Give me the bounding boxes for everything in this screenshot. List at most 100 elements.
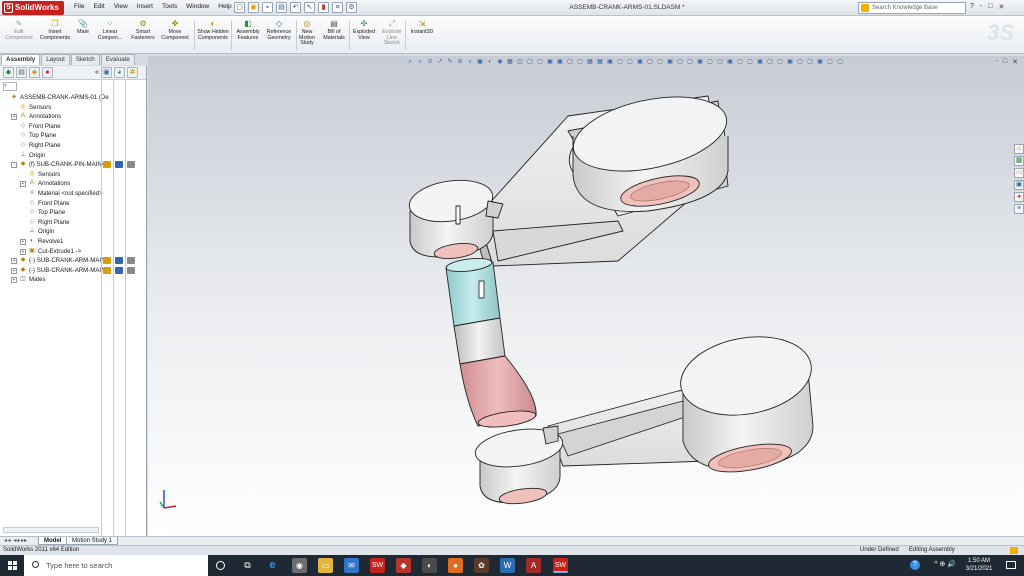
revolve-icon: ◐	[30, 238, 34, 244]
minimize-icon[interactable]: -	[980, 3, 982, 11]
tree-expander-icon[interactable]: +	[20, 248, 26, 255]
tab-scroll-arrows[interactable]: ◂ ▸ ◂◂ ▸▸	[4, 537, 27, 545]
tab-model[interactable]: Model	[38, 537, 68, 545]
tab-evaluate[interactable]: Evaluate	[100, 54, 135, 65]
new-motion-study-button[interactable]: ◎ New Motion Study	[297, 18, 317, 47]
rebuild-icon[interactable]: ▮	[318, 2, 329, 13]
move-component-button[interactable]: ✥ Move Component	[160, 18, 190, 41]
scene-icon[interactable]: ✲	[126, 67, 138, 78]
origin-icon: ⊥	[20, 151, 26, 158]
display-manager-icon[interactable]: ●	[42, 67, 53, 78]
bill-of-materials-button[interactable]: ▤ Bill of Materials	[320, 18, 348, 41]
help-tray-icon[interactable]: ?	[910, 560, 920, 570]
property-manager-icon[interactable]: ▤	[16, 67, 27, 78]
linear-pattern-button[interactable]: ⁘ Linear Compon...	[94, 18, 126, 41]
start-button[interactable]	[0, 555, 24, 576]
exploded-view-button[interactable]: ✣ Exploded View	[350, 18, 378, 41]
menu-file[interactable]: File	[74, 3, 84, 10]
edit-component-icon: ✎	[15, 19, 23, 28]
graphics-viewport[interactable]: ⌕ ⌕ ⊙ ↗ ✎ ⊘ ⌕ ▣ ◐ ◉ ▦ ◫ ▢ ▢ ▣ ▣ ▢ ▢ ▦ ▦ ▣ ▢ ▢ ▣ ▢ ▢ ▣ ▢ ▢ ▣ ▢ ▢ ▣ ▢ ▢ ▣ ▢ ▢ ▣ ▢…	[148, 56, 1024, 536]
edge-icon[interactable]: e	[265, 558, 280, 573]
notifications-icon[interactable]	[1006, 561, 1016, 569]
insert-components-label: Insert Components	[39, 29, 71, 41]
solidworks-taskbar-icon-2[interactable]: SW	[553, 558, 568, 573]
tree-expander-icon[interactable]: +	[11, 258, 17, 265]
pdf-icon[interactable]: A	[526, 558, 541, 573]
instant3d-button[interactable]: ⇲ Instant3D	[407, 18, 437, 36]
open-folder-icon[interactable]: ▣	[248, 2, 259, 13]
word-app-icon[interactable]: W	[500, 558, 515, 573]
close-icon[interactable]: ✕	[998, 3, 1004, 11]
print-icon[interactable]: ▤	[276, 2, 287, 13]
new-document-icon[interactable]: ▢	[234, 2, 245, 13]
menu-window[interactable]: Window	[186, 3, 209, 10]
assembly-model[interactable]	[148, 56, 1024, 536]
tab-layout[interactable]: Layout	[41, 54, 70, 65]
menu-tools[interactable]: Tools	[162, 3, 177, 10]
assembly-features-button[interactable]: ◧ Assembly Features	[233, 18, 263, 41]
show-hidden-components-button[interactable]: ◐ Show Hidden Components	[197, 18, 229, 41]
help-icon[interactable]: ?	[970, 3, 974, 11]
media-app-icon[interactable]: ◉	[292, 558, 307, 573]
smart-fasteners-label: Smart Fasteners	[131, 29, 155, 41]
bottom-tabs: ◂ ▸ ◂◂ ▸▸ Model Motion Study 1	[0, 536, 1024, 545]
save-icon[interactable]: ▪	[262, 2, 273, 13]
task-view-icon[interactable]: ⧉	[240, 558, 255, 573]
cortana-icon[interactable]	[216, 561, 225, 570]
select-icon[interactable]: ↖	[304, 2, 315, 13]
maximize-icon[interactable]: □	[988, 3, 992, 11]
undo-icon[interactable]: ↶	[290, 2, 301, 13]
reference-geometry-button[interactable]: ◇ Reference Geometry	[263, 18, 295, 41]
tree-expander-icon[interactable]: +	[20, 239, 26, 245]
tree-expander-icon[interactable]: +	[20, 181, 26, 188]
tree-expander-icon[interactable]: -	[11, 162, 17, 169]
tab-motion-study-1[interactable]: Motion Study 1	[66, 537, 119, 545]
menu-insert[interactable]: Insert	[137, 3, 153, 10]
plane-icon: ◇	[29, 209, 35, 216]
crank-pin[interactable]	[445, 256, 537, 430]
tray-clock[interactable]: 1:50 AM 3/21/2021	[960, 557, 998, 573]
mate-icon: 📎	[78, 19, 88, 28]
file-properties-icon[interactable]: ≡	[332, 2, 343, 13]
viewer-app-icon[interactable]: ◐	[422, 558, 437, 573]
file-explorer-taskbar-icon[interactable]: ▭	[318, 558, 333, 573]
feature-tree-icon[interactable]: ◆	[3, 67, 14, 78]
linear-pattern-icon: ⁘	[106, 19, 114, 28]
tab-sketch[interactable]: Sketch	[70, 54, 100, 65]
tree-expander-icon[interactable]: +	[11, 267, 17, 274]
appearance-icon[interactable]: ◕	[113, 67, 125, 78]
knowledge-base-search[interactable]: Search Knowledge Base	[858, 2, 966, 14]
plane-icon: ◇	[20, 122, 26, 129]
solidworks-logo[interactable]: S SolidWorks	[2, 1, 64, 15]
menu-help[interactable]: Help	[218, 3, 231, 10]
menu-view[interactable]: View	[114, 3, 128, 10]
tree-item-label: Sensors	[38, 170, 61, 178]
tree-expander-icon[interactable]: +	[11, 114, 17, 121]
tree-expander-icon[interactable]: +	[11, 277, 17, 284]
options-icon[interactable]: ⚙	[346, 2, 357, 13]
cad-app-icon[interactable]: ◆	[396, 558, 411, 573]
firefox-icon[interactable]: ●	[448, 558, 463, 573]
solidworks-taskbar-icon-1[interactable]: SW	[370, 558, 385, 573]
upper-crank-arm[interactable]	[407, 85, 734, 277]
taskbar-search[interactable]: Type here to search	[24, 555, 208, 576]
mail-icon[interactable]: ✉	[344, 558, 359, 573]
tree-horizontal-scrollbar[interactable]	[3, 527, 99, 533]
smart-fasteners-button[interactable]: ⚙ Smart Fasteners	[128, 18, 158, 41]
view-cube-icon[interactable]: ▣	[100, 67, 112, 78]
insert-components-button[interactable]: ❒ Insert Components	[38, 18, 72, 41]
configuration-manager-icon[interactable]: ◈	[29, 67, 40, 78]
reference-triad	[159, 490, 177, 509]
tool-app-icon[interactable]: ✿	[474, 558, 489, 573]
plane-icon: ◇	[20, 142, 26, 148]
tab-assembly[interactable]: Assembly	[1, 54, 41, 65]
mate-button[interactable]: 📎 Mate	[74, 18, 92, 36]
tree-filter[interactable]: ▿	[3, 82, 17, 91]
tray-icons[interactable]: ^ ⊕ 🔊	[934, 560, 956, 568]
collapse-panel-icon[interactable]: «	[95, 69, 99, 76]
explode-line-sketch-button[interactable]: ⤢ Explode Line Sketch	[379, 18, 405, 47]
menu-edit[interactable]: Edit	[93, 3, 104, 10]
plane-icon: ◇	[29, 199, 35, 206]
edit-component-button[interactable]: ✎ Edit Component	[3, 18, 35, 41]
rebuild-status-icon[interactable]	[1010, 547, 1018, 554]
